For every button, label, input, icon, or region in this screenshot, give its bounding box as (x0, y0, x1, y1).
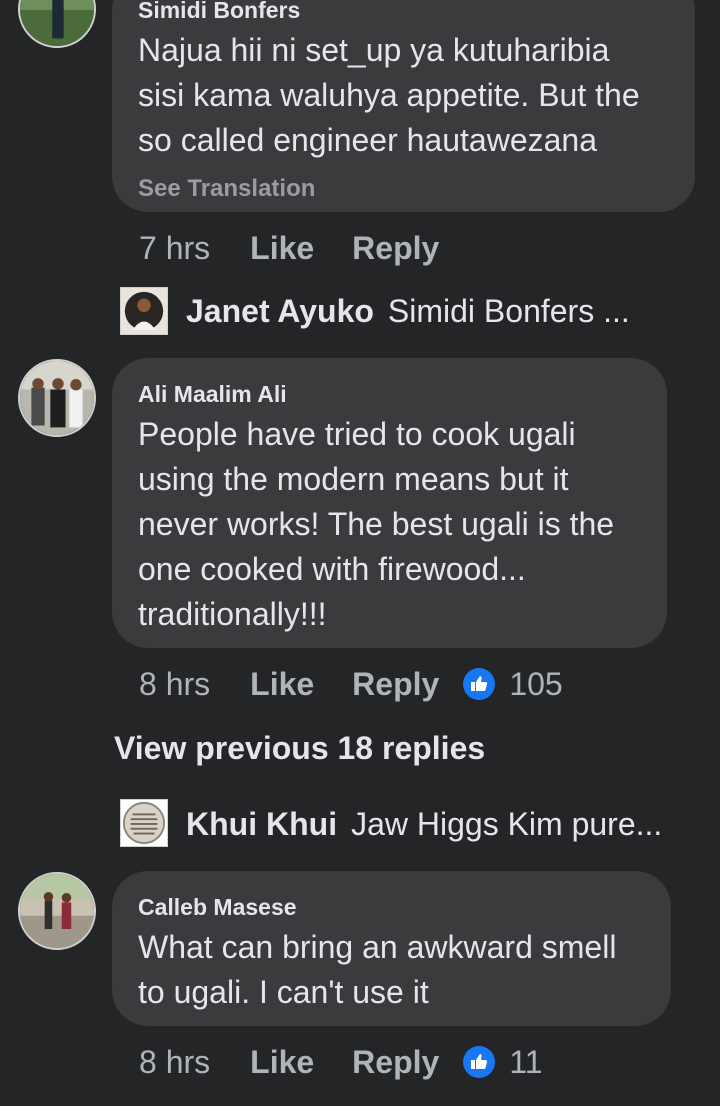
reply-button[interactable]: Reply (352, 1044, 439, 1081)
comment-author[interactable]: Simidi Bonfers (138, 0, 669, 24)
reply-author[interactable]: Khui Khui (186, 806, 337, 843)
reply-button[interactable]: Reply (352, 666, 439, 703)
reply-preview[interactable]: Khui Khui Jaw Higgs Kim pure... (120, 799, 662, 849)
reply-snippet: Simidi Bonfers ... (387, 292, 630, 329)
thumbs-up-icon (463, 668, 496, 700)
comment-time: 8 hrs (139, 1043, 211, 1080)
comment-time: 8 hrs (139, 665, 211, 702)
reply-snippet: Jaw Higgs Kim pure... (351, 805, 663, 842)
comment-bubble[interactable]: Calleb Masese What can bring an awkward … (112, 871, 671, 1026)
reaction-count: 11 (509, 1043, 543, 1080)
like-button[interactable]: Like (250, 230, 314, 267)
avatar-simidi-bonfers[interactable] (18, 0, 96, 48)
avatar-ali-maalim-ali[interactable] (18, 359, 96, 437)
profile-photo (20, 874, 94, 948)
comment-bubble[interactable]: Ali Maalim Ali People have tried to cook… (112, 358, 667, 648)
see-translation-link[interactable]: See Translation (138, 175, 669, 203)
reaction-summary[interactable]: 105 (463, 665, 563, 703)
reply-author[interactable]: Janet Ayuko (186, 293, 374, 330)
reply-button[interactable]: Reply (352, 230, 439, 267)
comment-text: People have tried to cook ugali using th… (138, 416, 615, 632)
reply-preview[interactable]: Janet Ayuko Simidi Bonfers ... (120, 286, 630, 336)
like-button[interactable]: Like (250, 666, 314, 703)
comment-actions: 8 hrs Like Reply 11 (139, 1040, 543, 1084)
reaction-summary[interactable]: 11 (463, 1043, 543, 1081)
comment-author[interactable]: Calleb Masese (138, 893, 645, 921)
comment-actions: 8 hrs Like Reply 105 (139, 662, 563, 706)
comment-bubble[interactable]: Simidi Bonfers Najua hii ni set_up ya ku… (112, 0, 695, 212)
like-button[interactable]: Like (250, 1044, 314, 1081)
comment-author[interactable]: Ali Maalim Ali (138, 380, 641, 408)
view-previous-replies-link[interactable]: View previous 18 replies (114, 730, 485, 767)
comment-time: 7 hrs (139, 229, 211, 266)
comment-text: Najua hii ni set_up ya kutuharibia sisi … (138, 32, 640, 158)
comment-text: What can bring an awkward smell to ugali… (138, 929, 617, 1010)
profile-photo (20, 0, 94, 46)
profile-photo (20, 361, 94, 435)
thumbs-up-icon (463, 1046, 496, 1078)
avatar-calleb-masese[interactable] (18, 872, 96, 950)
reaction-count: 105 (509, 665, 563, 702)
comment-actions: 7 hrs Like Reply (139, 226, 439, 270)
